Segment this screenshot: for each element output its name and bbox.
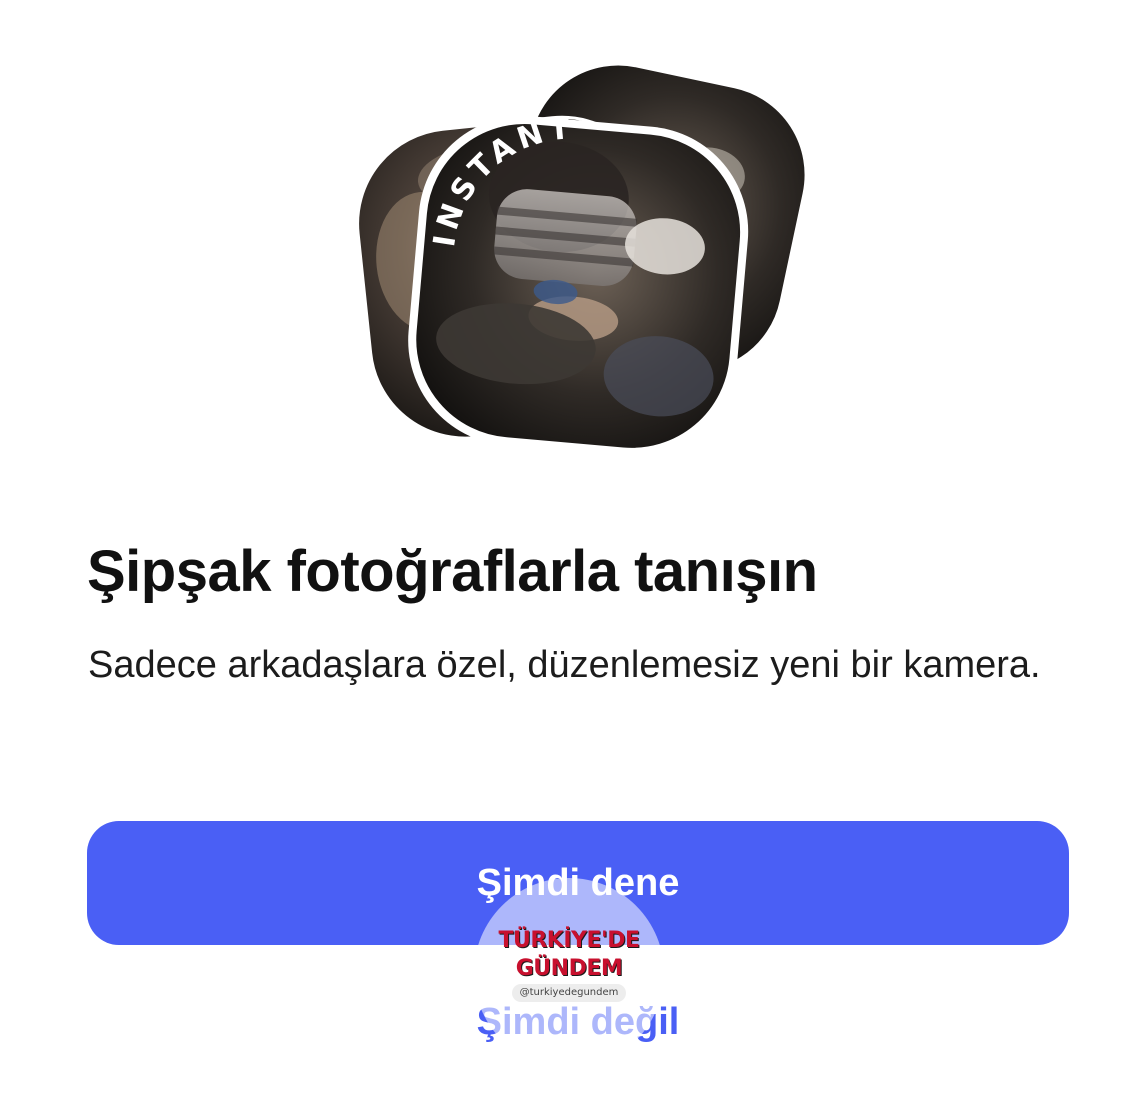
- try-now-label: Şimdi dene: [476, 861, 680, 904]
- page-title: Şipşak fotoğraflarla tanışın: [87, 539, 818, 604]
- page-subtitle: Sadece arkadaşlara özel, düzenlemesiz ye…: [88, 644, 1041, 686]
- not-now-button[interactable]: Şimdi değil: [87, 990, 1069, 1054]
- instants-hero-illustration: INSTANTS: [340, 30, 820, 470]
- try-now-button[interactable]: Şimdi dene: [87, 821, 1069, 945]
- instants-intro-sheet: INSTANTS Şipşak fotoğraflarla tanışın Sa…: [0, 0, 1141, 1094]
- watermark-line2: GÜNDEM: [515, 956, 623, 981]
- not-now-label: Şimdi değil: [476, 1000, 680, 1043]
